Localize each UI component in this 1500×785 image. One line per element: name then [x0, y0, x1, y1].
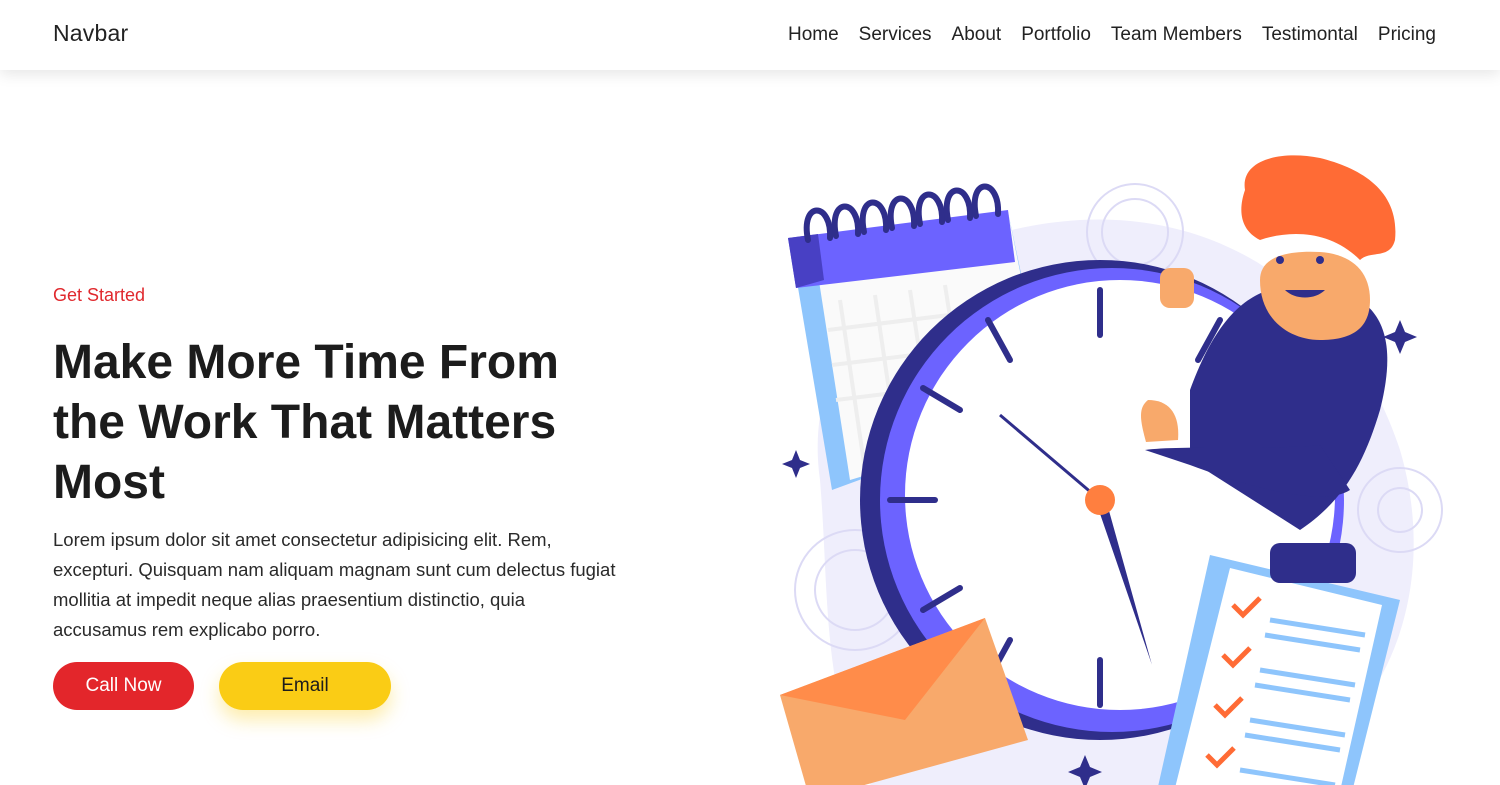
nav-link-team-members[interactable]: Team Members — [1111, 24, 1242, 45]
nav-link-testimonial[interactable]: Testimontal — [1262, 24, 1358, 45]
email-button[interactable]: Email — [219, 662, 391, 710]
call-now-button[interactable]: Call Now — [53, 662, 194, 710]
hero-text: Get Started Make More Time From the Work… — [53, 285, 633, 645]
hero-headline: Make More Time From the Work That Matter… — [53, 336, 559, 509]
navbar-brand[interactable]: Navbar — [53, 20, 128, 47]
nav-menu: Home Services About Portfolio Team Membe… — [788, 24, 1436, 46]
navbar: Navbar Home Services About Portfolio Tea… — [0, 0, 1500, 70]
illustration-svg — [780, 155, 1443, 785]
nav-link-portfolio[interactable]: Portfolio — [1021, 24, 1091, 45]
time-management-illustration — [760, 150, 1460, 785]
hero-actions: Call Now Email — [53, 662, 391, 710]
nav-link-home[interactable]: Home — [788, 24, 839, 45]
nav-link-pricing[interactable]: Pricing — [1378, 24, 1436, 45]
nav-link-services[interactable]: Services — [859, 24, 932, 45]
hero-eyebrow: Get Started — [53, 285, 146, 305]
nav-link-about[interactable]: About — [952, 24, 1002, 45]
hero-lead: Lorem ipsum dolor sit amet consectetur a… — [53, 529, 616, 640]
